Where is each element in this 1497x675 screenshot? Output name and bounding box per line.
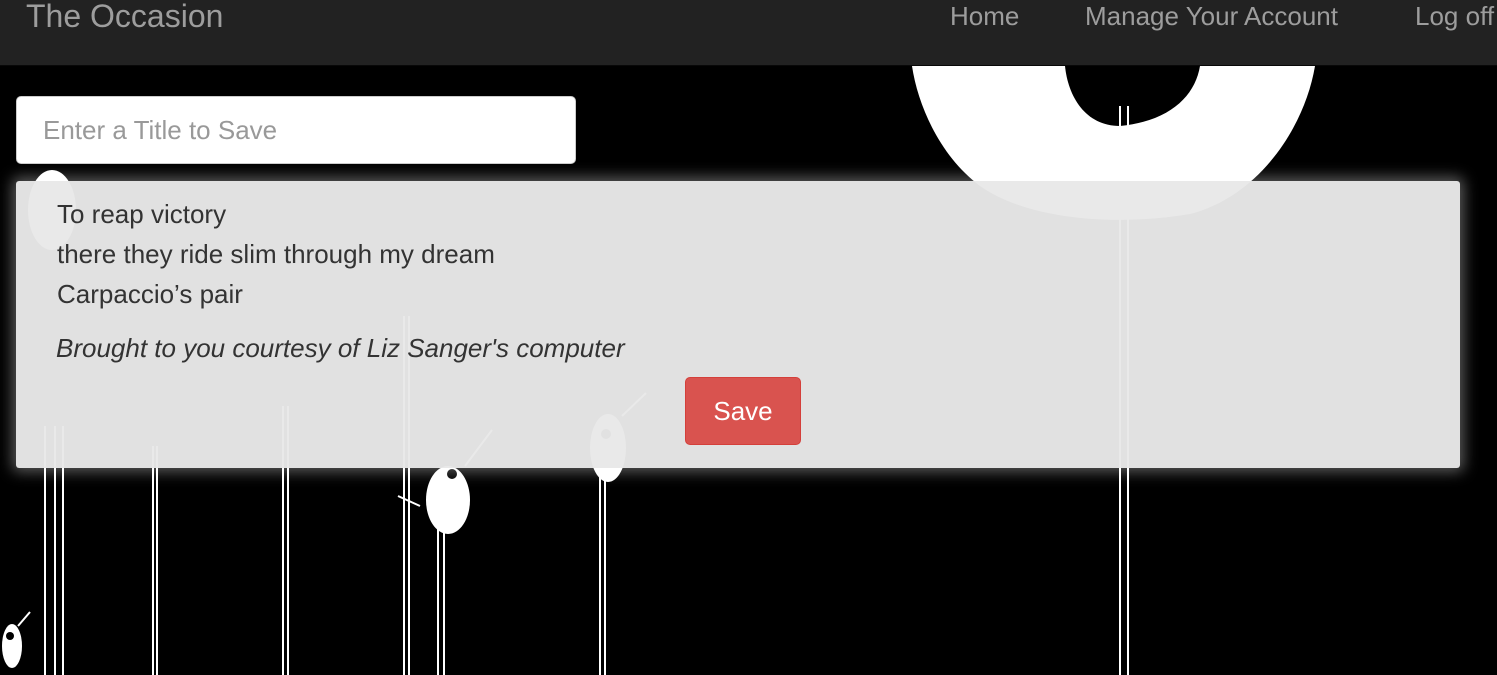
nav-home-link[interactable]: Home (950, 0, 1019, 34)
poem-credit: Brought to you courtesy of Liz Sanger's … (56, 333, 625, 363)
nav-manage-account-link[interactable]: Manage Your Account (1085, 0, 1338, 34)
brand-link[interactable]: The Occasion (26, 0, 223, 36)
poem-line: there they ride slim through my dream (57, 239, 495, 269)
save-button[interactable]: Save (685, 377, 801, 445)
top-navbar: The Occasion Home Manage Your Account Lo… (0, 0, 1497, 66)
poem-line: To reap victory (57, 199, 227, 229)
poem-panel: To reap victory there they ride slim thr… (16, 181, 1460, 468)
poem-line: Carpaccio’s pair (57, 279, 243, 309)
nav-log-off-link[interactable]: Log off (1415, 0, 1494, 34)
title-input[interactable] (16, 96, 576, 164)
